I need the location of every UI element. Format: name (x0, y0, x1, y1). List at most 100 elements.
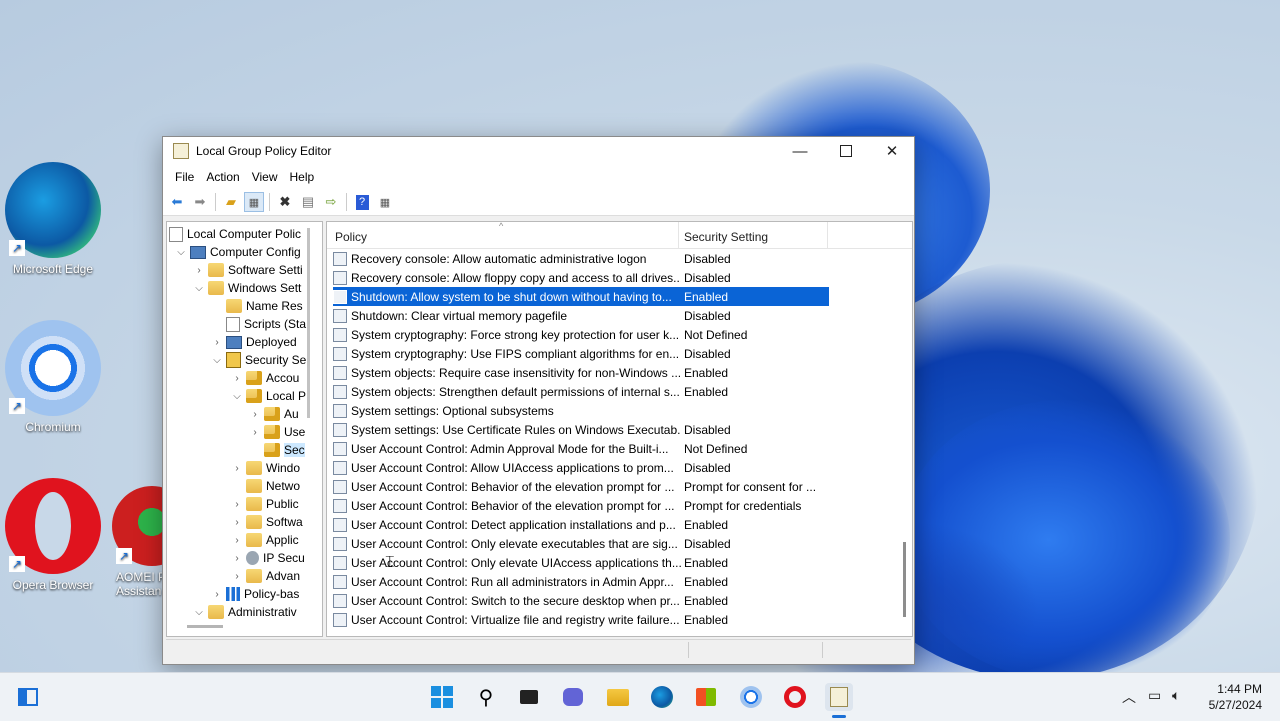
desktop-icon-aomei[interactable]: ↗ AOMEI P Assistan (108, 478, 168, 598)
tree-node[interactable]: › Applic (231, 531, 299, 549)
policy-row[interactable]: User Account Control: Behavior of the el… (333, 477, 829, 496)
chevron-right-icon[interactable]: › (231, 517, 243, 528)
tree-node[interactable]: › Windo (231, 459, 300, 477)
chevron-right-icon[interactable]: › (249, 427, 261, 438)
policy-list[interactable]: ^ Policy Security Setting Recovery conso… (326, 221, 913, 637)
edge-taskbar-button[interactable] (648, 683, 676, 711)
minimize-button[interactable]: — (777, 137, 823, 165)
chevron-right-icon[interactable]: › (231, 463, 243, 474)
policy-row[interactable]: User Account Control: Admin Approval Mod… (333, 439, 829, 458)
title-bar[interactable]: Local Group Policy Editor — ✕ (163, 137, 914, 165)
chevron-right-icon[interactable]: › (231, 571, 243, 582)
back-button[interactable]: ⬅ (167, 192, 187, 212)
menu-action[interactable]: Action (200, 170, 245, 184)
search-button[interactable]: ⚲ (472, 683, 500, 711)
policy-row[interactable]: User Account Control: Detect application… (333, 515, 829, 534)
policy-row[interactable]: User Account Control: Behavior of the el… (333, 496, 829, 515)
help-button[interactable]: ? (352, 192, 372, 212)
up-one-level-button[interactable]: ▰ (221, 192, 241, 212)
widgets-button[interactable] (14, 683, 42, 711)
column-header-security-setting[interactable]: Security Setting (684, 230, 768, 244)
policy-row[interactable]: System cryptography: Force strong key pr… (333, 325, 829, 344)
show-hidden-icons-button[interactable]: ︿ (1122, 687, 1136, 707)
chevron-right-icon[interactable]: › (231, 553, 243, 564)
policy-row[interactable]: System settings: Optional subsystems (333, 401, 829, 420)
column-header-policy[interactable]: Policy (335, 230, 367, 244)
policy-row[interactable]: Recovery console: Allow automatic admini… (333, 249, 829, 268)
file-explorer-button[interactable] (604, 683, 632, 711)
tree-node[interactable]: ⌵ Windows Sett (193, 279, 301, 297)
store-button[interactable] (692, 683, 720, 711)
tree-vertical-scrollbar-thumb[interactable] (307, 228, 310, 418)
policy-row[interactable]: Shutdown: Allow system to be shut down w… (333, 287, 829, 306)
policy-row[interactable]: User Account Control: Run all administra… (333, 572, 829, 591)
tree-horizontal-scrollbar-thumb[interactable] (187, 625, 223, 628)
properties-button[interactable]: ▤ (298, 192, 318, 212)
volume-button[interactable]: 🔈︎ (1172, 687, 1180, 704)
clock[interactable]: 1:44 PM 5/27/2024 (1209, 681, 1262, 713)
policy-row[interactable]: System cryptography: Use FIPS compliant … (333, 344, 829, 363)
vertical-scrollbar-thumb[interactable] (903, 542, 906, 617)
chevron-down-icon[interactable]: ⌵ (231, 391, 243, 402)
desktop-icon-opera[interactable]: ↗ Opera Browser (5, 478, 101, 592)
teams-chat-button[interactable] (559, 683, 587, 711)
policy-row[interactable]: User Account Control: Switch to the secu… (333, 591, 829, 610)
chevron-right-icon[interactable]: › (231, 535, 243, 546)
tree-node[interactable]: Sec (249, 441, 305, 459)
tree-node[interactable]: ⌵ Computer Config (175, 243, 301, 261)
network-button[interactable]: ▭ (1148, 687, 1161, 704)
tree-node[interactable]: › Accou (231, 369, 299, 387)
export-list-button[interactable]: ⇨ (321, 192, 341, 212)
opera-taskbar-button[interactable] (781, 683, 809, 711)
menu-view[interactable]: View (246, 170, 284, 184)
chromium-taskbar-button[interactable] (737, 683, 765, 711)
policy-row[interactable]: System objects: Require case insensitivi… (333, 363, 829, 382)
policy-row[interactable]: System settings: Use Certificate Rules o… (333, 420, 829, 439)
tree-node[interactable]: › Policy-bas (211, 585, 299, 603)
tree-node[interactable]: ⌵ Security Se (211, 351, 306, 369)
chevron-right-icon[interactable]: › (249, 409, 261, 420)
policy-row[interactable]: User Account Control: Allow UIAccess app… (333, 458, 829, 477)
policy-row[interactable]: Shutdown: Clear virtual memory pagefile D… (333, 306, 829, 325)
chevron-down-icon[interactable]: ⌵ (211, 355, 223, 366)
tree-node[interactable]: › Software Setti (193, 261, 303, 279)
tree-node[interactable]: › IP Secu (231, 549, 305, 567)
start-button[interactable] (428, 683, 456, 711)
policy-row[interactable]: User Account Control: Virtualize file an… (333, 610, 829, 629)
tree-node[interactable]: › Au (249, 405, 299, 423)
forward-button[interactable]: ➡ (190, 192, 210, 212)
tree-node[interactable]: Netwo (231, 477, 300, 495)
tree-node[interactable]: › Deployed (211, 333, 296, 351)
delete-button[interactable]: ✖ (275, 192, 295, 212)
chevron-right-icon[interactable]: › (211, 337, 223, 348)
chevron-right-icon[interactable]: › (231, 499, 243, 510)
tree-node[interactable]: Local Computer Polic (169, 225, 301, 243)
menu-help[interactable]: Help (284, 170, 321, 184)
tree-node[interactable]: ⌵ Local P (231, 387, 306, 405)
tree-node[interactable]: › Use (249, 423, 305, 441)
policy-row[interactable]: User Account Control: Only elevate UIAcc… (333, 553, 829, 572)
tree-node[interactable]: Name Res (211, 297, 303, 315)
show-hide-action-pane-button[interactable]: ▦ (375, 192, 395, 212)
chevron-right-icon[interactable]: › (211, 589, 223, 600)
show-hide-tree-button[interactable]: ▦ (244, 192, 264, 212)
policy-row[interactable]: Recovery console: Allow floppy copy and … (333, 268, 829, 287)
tree-node[interactable]: Scripts (Sta (211, 315, 306, 333)
tree-node[interactable]: › Advan (231, 567, 300, 585)
tree-node[interactable]: › Public (231, 495, 299, 513)
policy-row[interactable]: User Account Control: Only elevate execu… (333, 534, 829, 553)
chevron-right-icon[interactable]: › (231, 373, 243, 384)
policy-editor-taskbar-button[interactable] (825, 683, 853, 711)
console-tree[interactable]: Local Computer Polic ⌵ Computer Config › Sof… (166, 221, 323, 637)
chevron-down-icon[interactable]: ⌵ (193, 607, 205, 618)
maximize-button[interactable] (823, 137, 869, 165)
task-view-button[interactable] (515, 683, 543, 711)
policy-row[interactable]: System objects: Strengthen default permi… (333, 382, 829, 401)
menu-file[interactable]: File (169, 170, 200, 184)
chevron-down-icon[interactable]: ⌵ (193, 283, 205, 294)
chevron-right-icon[interactable]: › (193, 265, 205, 276)
tree-node[interactable]: › Softwa (231, 513, 303, 531)
close-button[interactable]: ✕ (869, 137, 915, 165)
tree-node[interactable]: ⌵ Administrativ (193, 603, 297, 621)
chevron-down-icon[interactable]: ⌵ (175, 247, 187, 258)
